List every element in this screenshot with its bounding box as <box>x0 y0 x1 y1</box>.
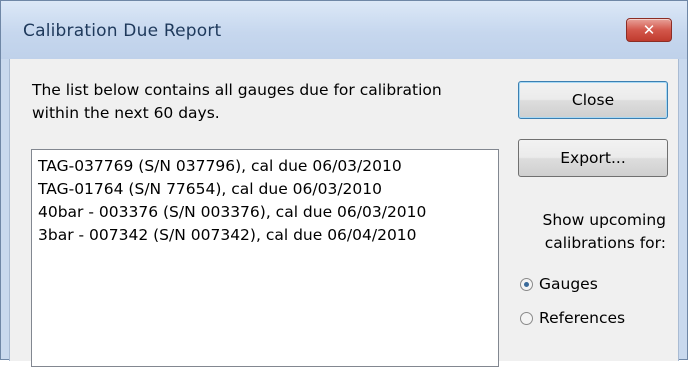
window-close-button[interactable]: ✕ <box>626 18 672 42</box>
references-radio-option[interactable]: References <box>520 307 625 329</box>
calibration-due-report-dialog: Calibration Due Report ✕ The list below … <box>0 0 688 367</box>
close-icon: ✕ <box>642 21 656 39</box>
title-bar[interactable]: Calibration Due Report ✕ <box>1 1 687 59</box>
dialog-body: The list below contains all gauges due f… <box>9 59 679 367</box>
list-item[interactable]: 3bar - 007342 (S/N 007342), cal due 06/0… <box>38 224 498 247</box>
list-item[interactable]: TAG-01764 (S/N 77654), cal due 06/03/201… <box>38 178 498 201</box>
window-title: Calibration Due Report <box>23 21 222 41</box>
gauges-radio-option[interactable]: Gauges <box>520 273 598 295</box>
intro-text: The list below contains all gauges due f… <box>32 81 442 122</box>
radio-unchecked-icon[interactable] <box>520 311 533 325</box>
references-radio-label: References <box>539 309 626 327</box>
gauge-list[interactable]: TAG-037769 (S/N 037796), cal due 06/03/2… <box>31 149 499 367</box>
list-item[interactable]: 40bar - 003376 (S/N 003376), cal due 06/… <box>38 201 498 224</box>
list-item[interactable]: TAG-037769 (S/N 037796), cal due 06/03/2… <box>38 155 498 178</box>
upcoming-calibrations-label: Show upcoming calibrations for: <box>542 211 667 252</box>
close-button[interactable]: Close <box>518 81 668 119</box>
radio-checked-icon[interactable] <box>520 277 533 291</box>
export-button[interactable]: Export... <box>518 139 668 177</box>
gauges-radio-label: Gauges <box>539 275 598 293</box>
